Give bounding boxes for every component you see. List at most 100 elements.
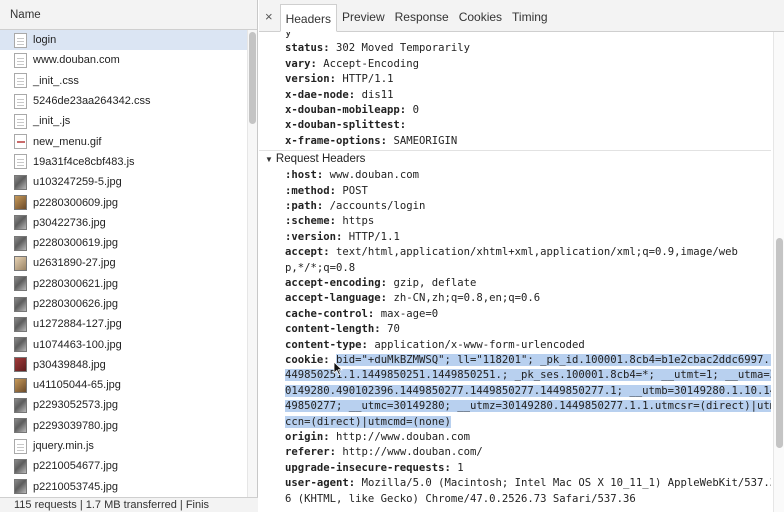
headers-scrollbar[interactable] <box>773 32 784 512</box>
request-name: login <box>33 34 57 47</box>
header-value[interactable]: zh-CN,zh;q=0.8,en;q=0.6 <box>393 292 540 304</box>
header-value[interactable]: 6 (KHTML, like Gecko) Chrome/47.0.2526.7… <box>285 493 636 505</box>
request-row[interactable]: 19a31f4ce8cbf483.js <box>0 152 248 172</box>
request-row[interactable]: login <box>0 30 248 51</box>
header-value[interactable]: HTTP/1.1 <box>349 231 400 243</box>
tab-headers[interactable]: Headers <box>279 4 337 32</box>
header-name: x-douban-splittest: <box>285 119 407 132</box>
header-line: x-frame-options: SAMEORIGIN <box>285 134 457 149</box>
doc-icon <box>14 438 27 454</box>
doc-icon <box>14 52 27 68</box>
request-row[interactable]: u2631890-27.jpg <box>0 253 248 273</box>
name-column-header[interactable]: Name <box>0 0 257 30</box>
header-value[interactable]: 0 <box>413 104 419 116</box>
header-value[interactable]: gzip, deflate <box>393 277 476 289</box>
header-value[interactable]: text/html,application/xhtml+xml,applicat… <box>336 246 738 258</box>
cookie-line: cookie: bid="+duMkBZMWSQ"; ll="118201"; … <box>285 353 771 368</box>
header-value[interactable]: 70 <box>387 323 400 335</box>
request-row[interactable]: p30439848.jpg <box>0 355 248 375</box>
header-value[interactable]: HTTP/1.1 <box>342 73 393 85</box>
request-list-scrollbar[interactable] <box>247 30 257 497</box>
header-value[interactable]: 1 <box>457 462 463 474</box>
request-name: new_menu.gif <box>33 135 102 148</box>
header-name: x-frame-options: <box>285 134 388 147</box>
header-value[interactable]: dis11 <box>362 89 394 101</box>
image-icon <box>14 377 27 393</box>
request-row[interactable]: jquery.min.js <box>0 436 248 456</box>
request-row[interactable]: p2280300619.jpg <box>0 233 248 253</box>
header-name: x-douban-mobileapp: <box>285 104 407 116</box>
header-value[interactable]: 302 Moved Temporarily <box>336 42 470 54</box>
header-line: x-dae-node: dis11 <box>285 88 393 103</box>
request-name: u1272884-127.jpg <box>33 318 122 331</box>
header-value[interactable]: http://www.douban.com/ <box>342 446 482 458</box>
request-row[interactable]: p2280300609.jpg <box>0 192 248 212</box>
request-row[interactable]: _init_.js <box>0 111 248 131</box>
request-name: p2210054677.jpg <box>33 460 119 473</box>
cookie-value-selected[interactable]: ccn=(direct)|utmcmd=(none) <box>285 415 451 428</box>
header-name: :scheme: <box>285 215 337 228</box>
headers-scroll-thumb[interactable] <box>776 238 783 448</box>
close-icon[interactable]: × <box>265 3 273 31</box>
cookie-line: 0149280.490102396.1449850277.1449850277.… <box>285 384 771 399</box>
request-row[interactable]: u103247259-5.jpg <box>0 172 248 192</box>
request-headers-section-toggle[interactable]: ▼ Request Headers <box>265 151 365 167</box>
request-row[interactable]: 5246de23aa264342.css <box>0 91 248 111</box>
doc-icon <box>14 93 27 109</box>
header-value[interactable]: Mozilla/5.0 (Macintosh; Intel Mac OS X 1… <box>362 477 771 489</box>
doc-icon <box>14 113 27 129</box>
header-name: :method: <box>285 184 337 197</box>
request-row[interactable]: p2210053745.jpg <box>0 477 248 497</box>
cookie-value-selected[interactable]: 0149280.490102396.1449850277.1449850277.… <box>285 384 771 397</box>
network-summary-text: 115 requests | 1.7 MB transferred | Fini… <box>14 499 210 511</box>
header-value[interactable]: max-age=0 <box>381 308 438 320</box>
section-title: Request Headers <box>275 153 366 166</box>
header-line: 6 (KHTML, like Gecko) Chrome/47.0.2526.7… <box>285 492 636 507</box>
tab-timing[interactable]: Timing <box>507 3 553 31</box>
cookie-value-selected[interactable]: 449850251.1.1449850251.1449850251.; _pk_… <box>285 369 771 382</box>
doc-icon <box>14 154 27 170</box>
header-value[interactable]: Accept-Encoding <box>323 58 419 70</box>
header-value[interactable]: y <box>285 32 291 39</box>
request-row[interactable]: u1272884-127.jpg <box>0 314 248 334</box>
tab-preview[interactable]: Preview <box>337 3 390 31</box>
header-value[interactable]: http://www.douban.com <box>336 431 470 443</box>
header-value[interactable]: POST <box>342 185 368 197</box>
request-name: u2631890-27.jpg <box>33 257 116 270</box>
mouse-cursor-icon <box>333 361 343 376</box>
header-line: :method: POST <box>285 184 368 199</box>
request-row[interactable]: p2280300626.jpg <box>0 294 248 314</box>
header-value[interactable]: p,*/*;q=0.8 <box>285 262 355 274</box>
details-tab-bar: × Headers Preview Response Cookies Timin… <box>259 0 784 32</box>
request-row[interactable]: u1074463-100.jpg <box>0 334 248 354</box>
header-value[interactable]: https <box>342 215 374 227</box>
header-line: referer: http://www.douban.com/ <box>285 445 483 460</box>
request-row[interactable]: _init_.css <box>0 71 248 91</box>
tab-response[interactable]: Response <box>390 3 454 31</box>
request-row[interactable]: p2293052573.jpg <box>0 395 248 415</box>
header-value[interactable]: /accounts/login <box>330 200 426 212</box>
request-name: p30439848.jpg <box>33 358 106 371</box>
tab-cookies[interactable]: Cookies <box>454 3 507 31</box>
header-value[interactable]: SAMEORIGIN <box>393 135 457 147</box>
header-line: x-douban-splittest: <box>285 118 406 133</box>
header-value[interactable]: www.douban.com <box>330 169 419 181</box>
request-row[interactable]: p2293039780.jpg <box>0 416 248 436</box>
header-value[interactable]: application/x-www-form-urlencoded <box>374 339 584 351</box>
name-column-label: Name <box>10 8 41 21</box>
request-name: p2280300609.jpg <box>33 196 119 209</box>
header-line: status: 302 Moved Temporarily <box>285 41 470 56</box>
header-name: cache-control: <box>285 307 375 320</box>
header-name: content-length: <box>285 323 381 336</box>
request-row[interactable]: p30422736.jpg <box>0 213 248 233</box>
header-line: content-type: application/x-www-form-url… <box>285 338 585 353</box>
request-list-scroll-thumb[interactable] <box>249 32 256 124</box>
cookie-value-selected[interactable]: 49850277; __utmc=30149280; __utmz=301492… <box>285 400 771 413</box>
request-row[interactable]: www.douban.com <box>0 50 248 70</box>
header-name: cookie: <box>285 354 330 366</box>
request-row[interactable]: new_menu.gif <box>0 131 248 151</box>
cookie-value-selected[interactable]: bid="+duMkBZMWSQ"; ll="118201"; _pk_id.1… <box>336 354 771 366</box>
request-row[interactable]: u41105044-65.jpg <box>0 375 248 395</box>
request-row[interactable]: p2280300621.jpg <box>0 274 248 294</box>
request-row[interactable]: p2210054677.jpg <box>0 456 248 476</box>
